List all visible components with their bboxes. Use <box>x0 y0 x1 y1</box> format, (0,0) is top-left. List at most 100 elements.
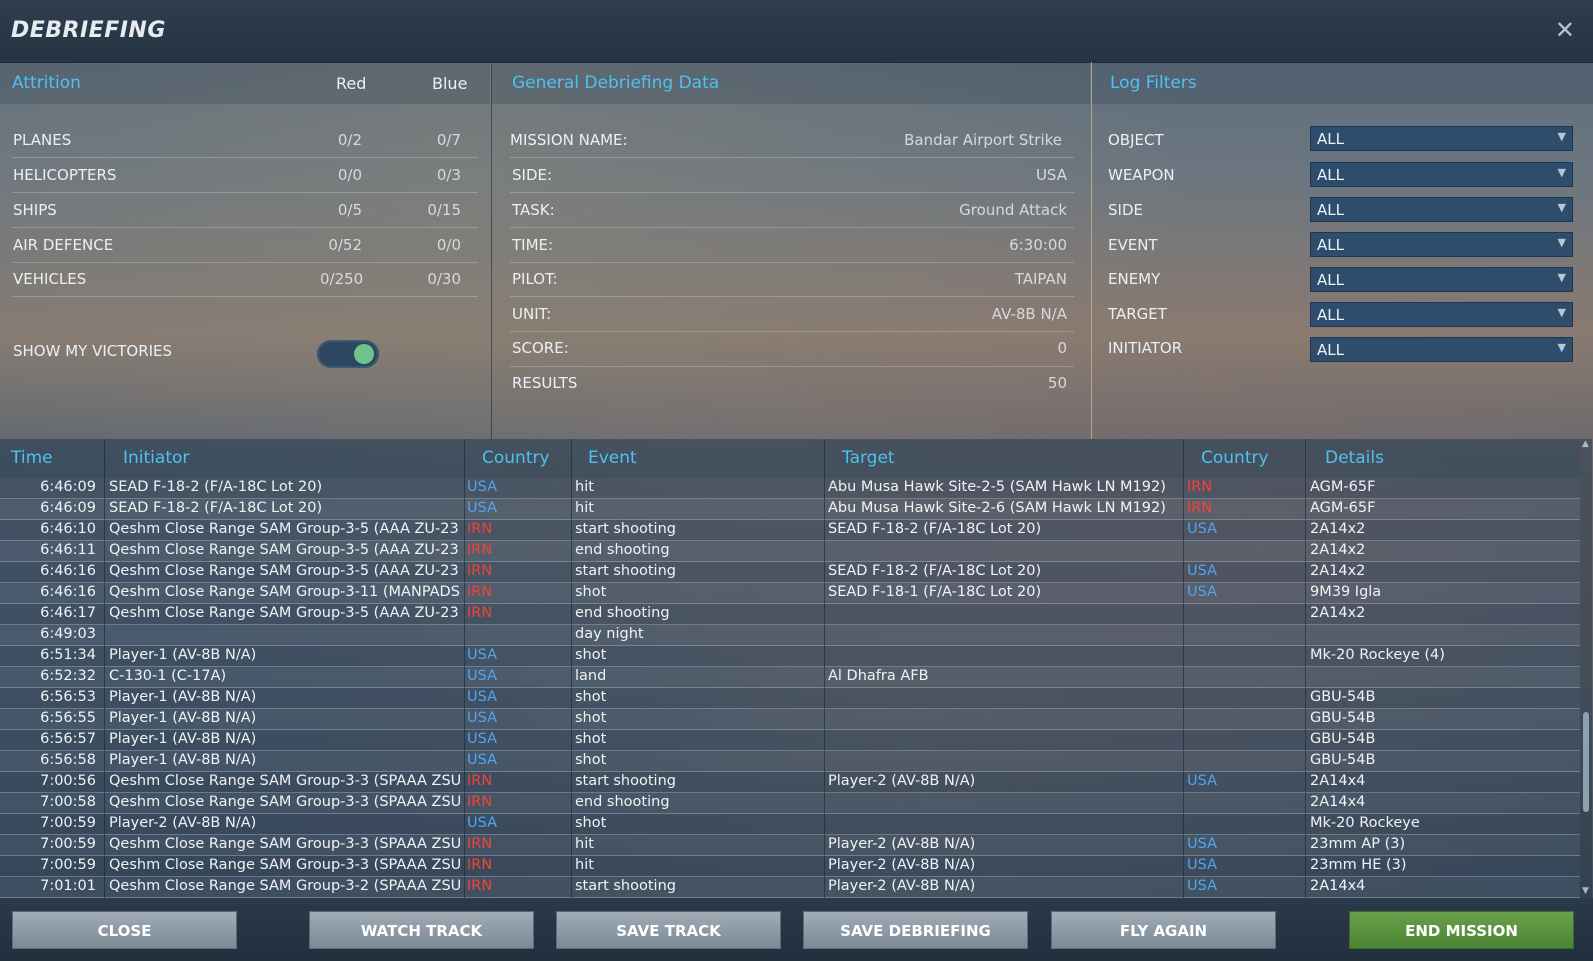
show-victories-toggle[interactable] <box>317 340 379 368</box>
log-country-cell: USA <box>467 689 498 705</box>
log-country-cell: IRN <box>467 794 493 810</box>
chevron-down-icon: ▼ <box>1557 236 1566 249</box>
task-value: Ground Attack <box>959 201 1067 219</box>
log-initiator-cell: Player-1 (AV-8B N/A) <box>109 710 257 726</box>
chevron-down-icon: ▼ <box>1557 341 1566 354</box>
attrition-red-value: 0/0 <box>337 166 362 184</box>
log-country-cell: IRN <box>467 878 493 894</box>
column-header-country[interactable]: Country <box>482 448 550 468</box>
filter-target-dropdown[interactable]: ALL ▼ <box>1310 302 1573 327</box>
unit-value: AV-8B N/A <box>991 305 1067 323</box>
save-track-button[interactable]: SAVE TRACK <box>556 911 781 949</box>
table-row[interactable]: 6:46:09 SEAD F-18-2 (F/A-18C Lot 20) USA hi… <box>0 478 1580 499</box>
row-divider <box>12 296 478 297</box>
log-scrollbar[interactable] <box>1580 439 1592 898</box>
watch-track-button[interactable]: WATCH TRACK <box>309 911 534 949</box>
log-country-cell: USA <box>467 647 498 663</box>
log-event-cell: start shooting <box>575 773 676 789</box>
log-initiator-cell: Qeshm Close Range SAM Group-3-3 (SPAAA Z… <box>109 773 462 789</box>
column-header-time[interactable]: Time <box>11 448 53 468</box>
table-row[interactable]: 6:56:55 Player-1 (AV-8B N/A) USA shot GBU-54… <box>0 709 1580 730</box>
table-row[interactable]: 6:46:10 Qeshm Close Range SAM Group-3-5 (… <box>0 520 1580 541</box>
row-divider <box>12 157 478 158</box>
scroll-up-icon[interactable]: ▲ <box>1582 439 1589 449</box>
log-initiator-cell: Qeshm Close Range SAM Group-3-5 (AAA ZU-… <box>109 521 462 537</box>
column-divider <box>1305 439 1306 898</box>
log-country-cell: IRN <box>467 773 493 789</box>
log-time-cell: 6:56:57 <box>40 731 96 747</box>
log-event-cell: shot <box>575 710 607 726</box>
table-row[interactable]: 7:00:59 Qeshm Close Range SAM Group-3-3 (… <box>0 856 1580 877</box>
chevron-down-icon: ▼ <box>1557 166 1566 179</box>
log-initiator-cell: Qeshm Close Range SAM Group-3-3 (SPAAA Z… <box>109 857 462 873</box>
close-icon[interactable]: ✕ <box>1555 16 1575 44</box>
close-button[interactable]: CLOSE <box>12 911 237 949</box>
log-time-cell: 6:46:09 <box>40 500 96 516</box>
column-header-details[interactable]: Details <box>1325 448 1384 468</box>
table-row[interactable]: 6:56:53 Player-1 (AV-8B N/A) USA shot GBU-54… <box>0 688 1580 709</box>
log-details-cell: GBU-54B <box>1310 752 1376 768</box>
end-mission-button[interactable]: END MISSION <box>1349 911 1574 949</box>
task-label: TASK: <box>512 201 555 219</box>
scroll-down-icon[interactable]: ▼ <box>1582 886 1589 896</box>
filter-initiator-dropdown[interactable]: ALL ▼ <box>1310 337 1573 362</box>
log-target-country-cell: USA <box>1187 584 1218 600</box>
attrition-label: VEHICLES <box>13 270 87 288</box>
table-row[interactable]: 6:46:17 Qeshm Close Range SAM Group-3-5 (… <box>0 604 1580 625</box>
log-time-cell: 6:46:16 <box>40 584 96 600</box>
log-details-cell: 23mm AP (3) <box>1310 836 1406 852</box>
log-event-cell: hit <box>575 479 594 495</box>
log-initiator-cell: SEAD F-18-2 (F/A-18C Lot 20) <box>109 479 323 495</box>
filter-weapon-dropdown[interactable]: ALL ▼ <box>1310 162 1573 187</box>
fly-again-button[interactable]: FLY AGAIN <box>1051 911 1276 949</box>
log-details-cell: 2A14x2 <box>1310 521 1366 537</box>
scrollbar-thumb[interactable] <box>1583 712 1589 812</box>
log-target-country-cell: USA <box>1187 836 1218 852</box>
filter-event-dropdown[interactable]: ALL ▼ <box>1310 232 1573 257</box>
log-initiator-cell: Player-1 (AV-8B N/A) <box>109 689 257 705</box>
filter-object-dropdown[interactable]: ALL ▼ <box>1310 126 1573 151</box>
log-country-cell: IRN <box>467 605 493 621</box>
table-row[interactable]: 7:00:58 Qeshm Close Range SAM Group-3-3 (… <box>0 793 1580 814</box>
chevron-down-icon: ▼ <box>1557 271 1566 284</box>
save-debriefing-button[interactable]: SAVE DEBRIEFING <box>803 911 1028 949</box>
log-target-cell: SEAD F-18-1 (F/A-18C Lot 20) <box>828 584 1042 600</box>
table-row[interactable]: 6:51:34 Player-1 (AV-8B N/A) USA shot Mk-20 … <box>0 646 1580 667</box>
log-event-cell: shot <box>575 752 607 768</box>
column-header-initiator[interactable]: Initiator <box>123 448 189 468</box>
side-value: USA <box>1035 166 1067 184</box>
table-row[interactable]: 6:49:03 day night <box>0 625 1580 646</box>
table-row[interactable]: 6:46:16 Qeshm Close Range SAM Group-3-11 … <box>0 583 1580 604</box>
log-country-cell: USA <box>467 752 498 768</box>
column-header-target[interactable]: Target <box>842 448 895 468</box>
table-row[interactable]: 6:56:58 Player-1 (AV-8B N/A) USA shot GBU-54… <box>0 751 1580 772</box>
table-row[interactable]: 7:00:56 Qeshm Close Range SAM Group-3-3 (… <box>0 772 1580 793</box>
table-row[interactable]: 6:52:32 C-130-1 (C-17A) USA land Al Dhafra A… <box>0 667 1580 688</box>
table-row[interactable]: 6:56:57 Player-1 (AV-8B N/A) USA shot GBU-54… <box>0 730 1580 751</box>
log-time-cell: 6:46:09 <box>40 479 96 495</box>
filter-side-dropdown[interactable]: ALL ▼ <box>1310 197 1573 222</box>
log-country-cell: USA <box>467 668 498 684</box>
table-row[interactable]: 6:46:16 Qeshm Close Range SAM Group-3-5 (… <box>0 562 1580 583</box>
column-divider <box>464 439 465 898</box>
toggle-knob <box>354 344 374 364</box>
column-header-target-country[interactable]: Country <box>1201 448 1269 468</box>
table-row[interactable]: 6:46:09 SEAD F-18-2 (F/A-18C Lot 20) USA hi… <box>0 499 1580 520</box>
table-row[interactable]: 7:00:59 Player-2 (AV-8B N/A) USA shot Mk-20 … <box>0 814 1580 835</box>
attrition-heading: Attrition <box>12 73 81 93</box>
dropdown-value: ALL <box>1317 201 1344 219</box>
log-country-cell: IRN <box>467 857 493 873</box>
log-target-cell: Player-2 (AV-8B N/A) <box>828 878 976 894</box>
log-country-cell: USA <box>467 500 498 516</box>
table-row[interactable]: 7:00:59 Qeshm Close Range SAM Group-3-3 (… <box>0 835 1580 856</box>
row-divider <box>510 157 1074 158</box>
log-time-cell: 6:52:32 <box>40 668 96 684</box>
log-event-cell: start shooting <box>575 878 676 894</box>
table-row[interactable]: 7:01:01 Qeshm Close Range SAM Group-3-2 (… <box>0 877 1580 898</box>
column-header-event[interactable]: Event <box>588 448 637 468</box>
table-row[interactable]: 6:46:11 Qeshm Close Range SAM Group-3-5 (… <box>0 541 1580 562</box>
log-target-country-cell: USA <box>1187 563 1218 579</box>
log-initiator-cell: Qeshm Close Range SAM Group-3-2 (SPAAA Z… <box>109 878 462 894</box>
log-target-country-cell: USA <box>1187 521 1218 537</box>
filter-enemy-dropdown[interactable]: ALL ▼ <box>1310 267 1573 292</box>
